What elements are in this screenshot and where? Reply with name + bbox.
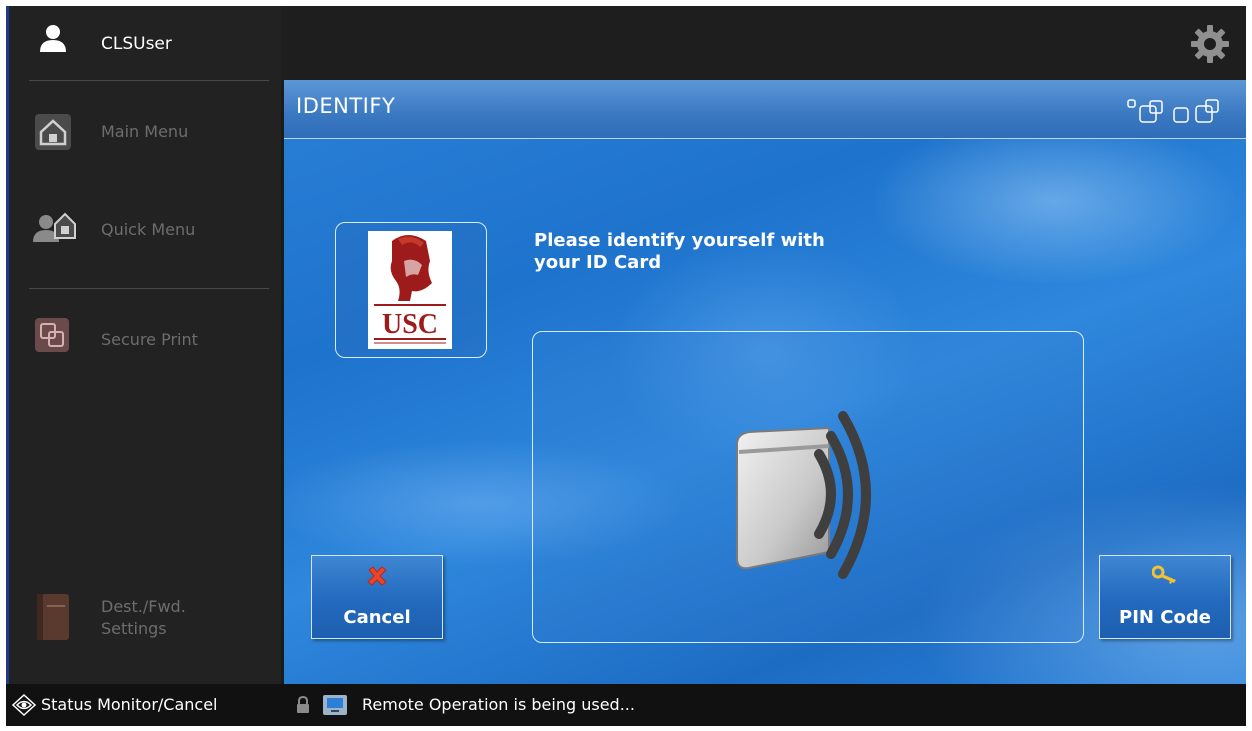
sidebar-item-label: Dest./Fwd. Settings	[101, 597, 186, 638]
identify-panel: IDENTIFY USC Please identify yourself wi…	[284, 80, 1246, 684]
user-icon	[40, 25, 66, 52]
address-book-icon	[37, 594, 69, 640]
sidebar-item-label: Quick Menu	[101, 220, 196, 239]
status-monitor-icon	[12, 694, 36, 716]
key-icon	[1152, 565, 1176, 584]
sidebar-item-label: Main Menu	[101, 122, 189, 141]
card-tap-icon	[736, 411, 871, 579]
usc-logo: USC	[368, 231, 452, 349]
screen-layout-icons	[1127, 99, 1219, 123]
organization-logo-box: USC	[335, 222, 487, 358]
device-panel: CLSUser Main Menu Quick Menu Secure Prin…	[6, 6, 1246, 726]
gear-icon[interactable]	[1190, 24, 1230, 64]
home-icon	[35, 114, 71, 150]
sidebar-item-label: Secure Print	[101, 330, 198, 349]
screen: CLSUser Main Menu Quick Menu Secure Prin…	[0, 0, 1252, 731]
logo-text: USC	[382, 309, 438, 340]
status-monitor-button[interactable]: Status Monitor/Cancel	[6, 684, 278, 726]
pin-code-label: PIN Code	[1119, 607, 1211, 628]
card-reader-area	[532, 331, 1084, 643]
remote-operation-icon	[323, 695, 347, 715]
status-bar: Status Monitor/Cancel Remote Operation i…	[6, 684, 1246, 726]
cancel-button[interactable]: Cancel	[311, 555, 443, 639]
lock-icon	[297, 696, 309, 713]
instruction-text: Please identify yourself with your ID Ca…	[534, 230, 825, 273]
status-message: Remote Operation is being used...	[362, 695, 635, 714]
trojan-head-icon: USC	[374, 235, 446, 344]
quick-menu-icon	[33, 212, 76, 242]
secure-print-icon	[35, 318, 69, 352]
sidebar-item-quick-menu[interactable]: Quick Menu	[9, 204, 281, 274]
top-bar	[281, 6, 1246, 80]
page-title: IDENTIFY	[296, 94, 396, 118]
sidebar-item-main-menu[interactable]: Main Menu	[9, 106, 281, 176]
divider	[29, 80, 269, 81]
title-bar: IDENTIFY	[284, 80, 1246, 139]
status-monitor-label: Status Monitor/Cancel	[41, 695, 218, 714]
sidebar-item-dest-fwd-settings[interactable]: Dest./Fwd. Settings	[9, 586, 281, 666]
pin-code-button[interactable]: PIN Code	[1099, 555, 1231, 639]
user-name: CLSUser	[101, 34, 172, 54]
user-row[interactable]: CLSUser	[9, 6, 281, 80]
divider	[29, 288, 269, 289]
sidebar-item-secure-print[interactable]: Secure Print	[9, 306, 281, 376]
cancel-label: Cancel	[343, 607, 411, 628]
sidebar: CLSUser Main Menu Quick Menu Secure Prin…	[6, 6, 281, 684]
cancel-x-icon	[367, 566, 387, 586]
